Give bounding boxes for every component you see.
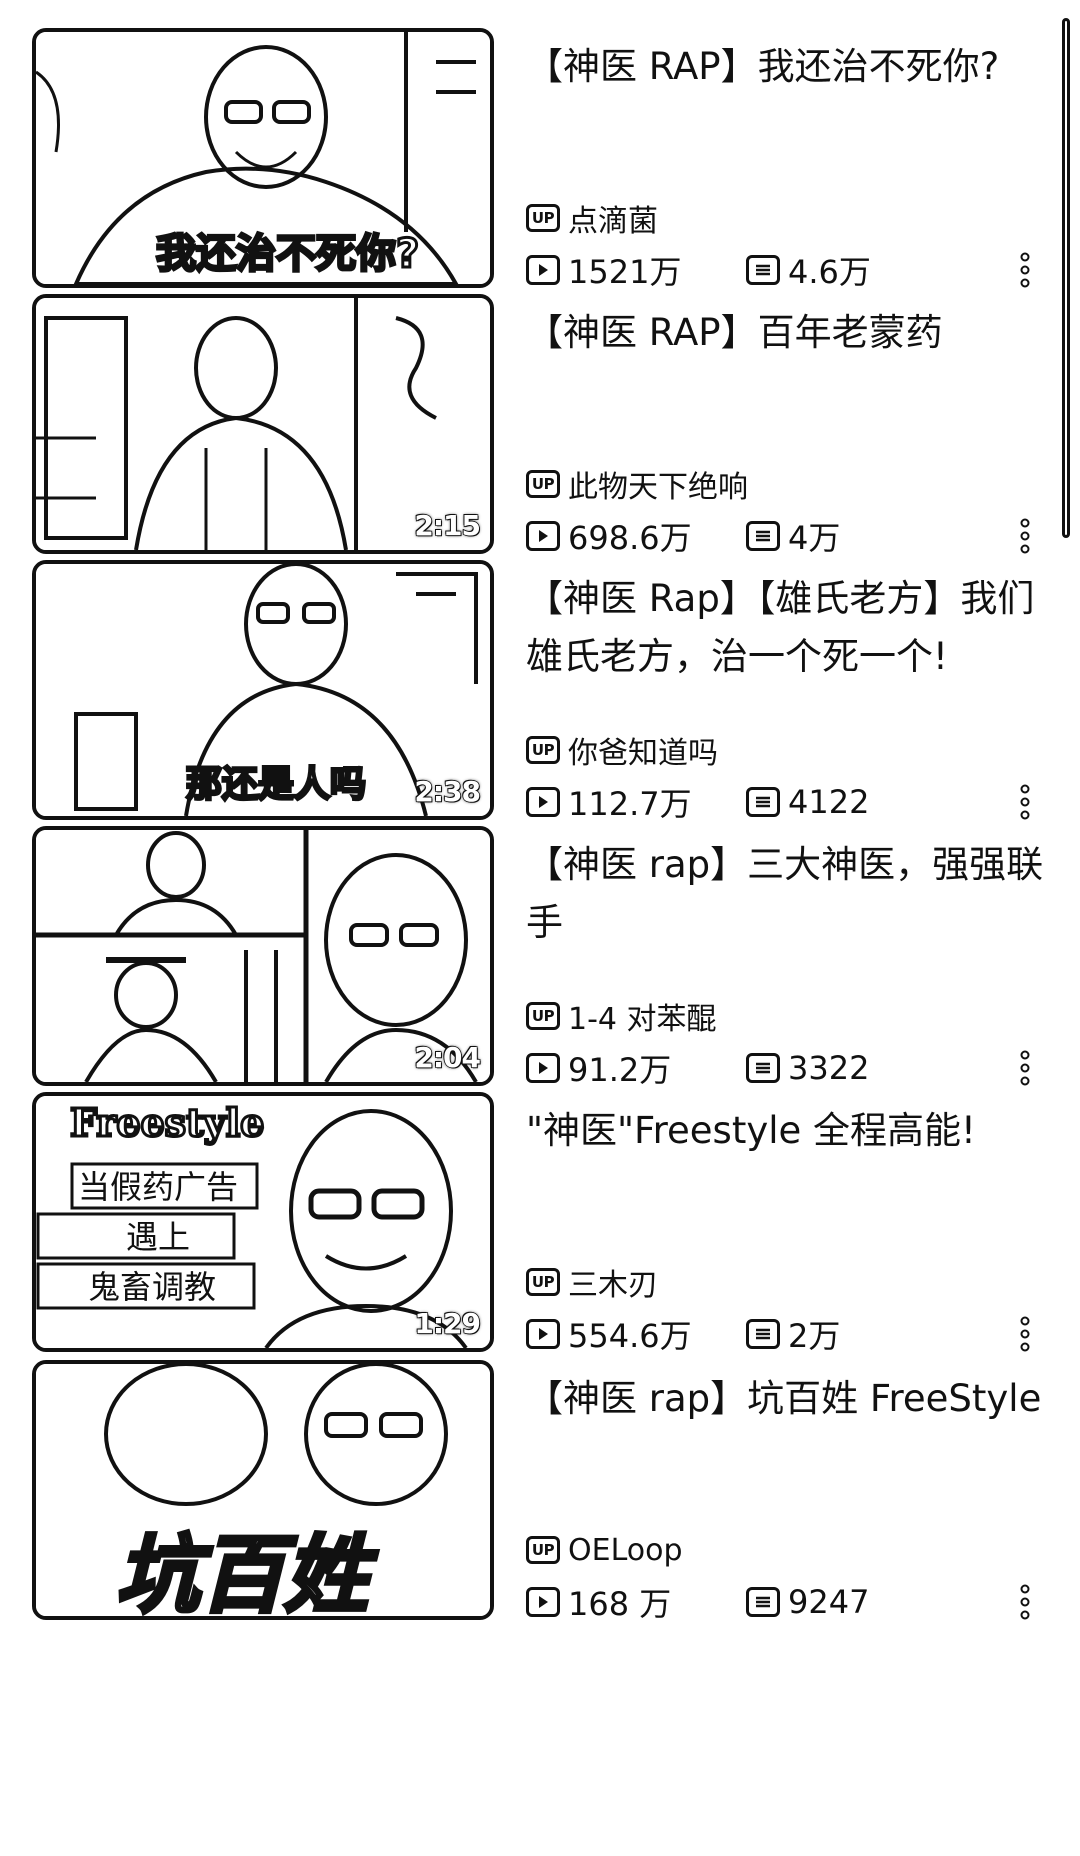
stats-row: 91.2万 3322 [526, 1046, 1026, 1090]
video-item[interactable]: 我还治不死你? 【神医 RAP】我还治不死你? UP 点滴菌 1521万 4.6… [0, 28, 1040, 328]
uploader-row[interactable]: UP 1-4 对苯醌 [526, 996, 717, 1037]
more-options-icon[interactable] [1018, 1314, 1032, 1354]
video-thumbnail[interactable]: 2:15 [32, 294, 494, 554]
video-thumbnail[interactable]: 2:04 [32, 826, 494, 1086]
views-stat: 554.6万 [526, 1311, 746, 1357]
uploader-name: 三木刃 [568, 1268, 658, 1303]
video-list-page: 我还治不死你? 【神医 RAP】我还治不死你? UP 点滴菌 1521万 4.6… [0, 0, 1080, 1856]
uploader-icon: UP [526, 1268, 560, 1296]
views-stat: 91.2万 [526, 1045, 746, 1091]
video-duration: 1:29 [414, 1306, 482, 1341]
stats-row: 1521万 4.6万 [526, 248, 1026, 292]
danmaku-stat: 4万 [746, 513, 840, 559]
uploader-icon: UP [526, 736, 560, 764]
danmaku-icon [746, 1319, 780, 1349]
uploader-name: 点滴菌 [568, 204, 658, 239]
uploader-icon: UP [526, 204, 560, 232]
stats-row: 168 万 9247 [526, 1580, 1026, 1624]
play-icon [526, 1319, 560, 1349]
uploader-row[interactable]: UP 你爸知道吗 [526, 730, 718, 771]
video-item[interactable]: 2:15 【神医 RAP】百年老蒙药 UP 此物天下绝响 698.6万 4万 [0, 294, 1040, 594]
thumbnail-caption: Freestyle [70, 1100, 264, 1145]
video-thumbnail[interactable]: 坑百姓 [32, 1360, 494, 1620]
video-duration: 2:15 [414, 508, 482, 543]
view-count: 554.6万 [568, 1317, 692, 1355]
uploader-icon: UP [526, 470, 560, 498]
video-title[interactable]: 【神医 RAP】我还治不死你? [526, 38, 1046, 96]
danmaku-icon [746, 1587, 780, 1617]
uploader-icon: UP [526, 1002, 560, 1030]
video-thumbnail[interactable]: 那还是人吗 2:38 [32, 560, 494, 820]
play-icon [526, 1587, 560, 1617]
video-item[interactable]: Freestyle 当假药广告 遇上 鬼畜调教 1:29 "神医"Freesty… [0, 1092, 1040, 1392]
play-icon [526, 787, 560, 817]
video-item[interactable]: 坑百姓 【神医 rap】坑百姓 FreeStyle UP OELoop 168 … [0, 1360, 1041, 1660]
uploader-row[interactable]: UP 点滴菌 [526, 198, 658, 239]
thumbnail-caption: 那还是人吗 [186, 764, 366, 805]
uploader-name: OELoop [568, 1532, 683, 1568]
danmaku-stat: 2万 [746, 1311, 840, 1357]
views-stat: 1521万 [526, 247, 746, 293]
view-count: 91.2万 [568, 1051, 672, 1089]
scrollbar[interactable] [1062, 18, 1070, 538]
uploader-row[interactable]: UP 此物天下绝响 [526, 464, 748, 505]
danmaku-count: 3322 [788, 1049, 870, 1087]
views-stat: 698.6万 [526, 513, 746, 559]
thumbnail-line: 当假药广告 [78, 1168, 238, 1206]
danmaku-count: 4.6万 [788, 253, 871, 291]
thumbnail-image: 坑百姓 [36, 1364, 490, 1616]
stats-row: 554.6万 2万 [526, 1312, 1026, 1356]
view-count: 168 万 [568, 1585, 672, 1623]
views-stat: 168 万 [526, 1579, 746, 1625]
thumbnail-line: 遇上 [126, 1218, 190, 1256]
thumbnail-line: 鬼畜调教 [88, 1268, 216, 1306]
danmaku-stat: 9247 [746, 1583, 869, 1621]
play-icon [526, 255, 560, 285]
uploader-row[interactable]: UP OELoop [526, 1530, 683, 1570]
video-title[interactable]: 【神医 rap】坑百姓 FreeStyle [526, 1370, 1046, 1428]
video-item[interactable]: 2:04 【神医 rap】三大神医，强强联手 UP 1-4 对苯醌 91.2万 … [0, 826, 1043, 1126]
video-title[interactable]: 【神医 rap】三大神医，强强联手 [526, 836, 1046, 952]
stats-row: 698.6万 4万 [526, 514, 1026, 558]
danmaku-stat: 4.6万 [746, 247, 871, 293]
danmaku-count: 2万 [788, 1317, 841, 1355]
uploader-name: 1-4 对苯醌 [568, 1002, 717, 1037]
uploader-name: 你爸知道吗 [568, 736, 718, 771]
more-options-icon[interactable] [1018, 1582, 1032, 1622]
video-thumbnail[interactable]: Freestyle 当假药广告 遇上 鬼畜调教 1:29 [32, 1092, 494, 1352]
view-count: 698.6万 [568, 519, 692, 557]
danmaku-count: 4122 [788, 783, 870, 821]
uploader-icon: UP [526, 1536, 560, 1564]
danmaku-count: 9247 [788, 1583, 870, 1621]
danmaku-stat: 4122 [746, 783, 869, 821]
thumbnail-caption: 坑百姓 [116, 1526, 378, 1616]
danmaku-count: 4万 [788, 519, 841, 557]
more-options-icon[interactable] [1018, 782, 1032, 822]
view-count: 1521万 [568, 253, 682, 291]
danmaku-icon [746, 787, 780, 817]
thumbnail-caption: 我还治不死你? [156, 231, 419, 277]
video-title[interactable]: 【神医 RAP】百年老蒙药 [526, 304, 1046, 362]
view-count: 112.7万 [568, 785, 692, 823]
play-icon [526, 521, 560, 551]
views-stat: 112.7万 [526, 779, 746, 825]
thumbnail-image: 我还治不死你? [36, 32, 490, 284]
more-options-icon[interactable] [1018, 1048, 1032, 1088]
danmaku-icon [746, 521, 780, 551]
danmaku-stat: 3322 [746, 1049, 869, 1087]
video-title[interactable]: "神医"Freestyle 全程高能! [526, 1102, 1046, 1160]
stats-row: 112.7万 4122 [526, 780, 1026, 824]
danmaku-icon [746, 1053, 780, 1083]
uploader-row[interactable]: UP 三木刃 [526, 1262, 658, 1303]
video-item[interactable]: 那还是人吗 2:38 【神医 Rap】【雄氏老方】我们雄氏老方，治一个死一个! … [0, 560, 1040, 860]
danmaku-icon [746, 255, 780, 285]
video-thumbnail[interactable]: 我还治不死你? [32, 28, 494, 288]
play-icon [526, 1053, 560, 1083]
more-options-icon[interactable] [1018, 516, 1032, 556]
more-options-icon[interactable] [1018, 250, 1032, 290]
video-duration: 2:04 [414, 1040, 482, 1075]
video-title[interactable]: 【神医 Rap】【雄氏老方】我们雄氏老方，治一个死一个! [526, 570, 1046, 686]
uploader-name: 此物天下绝响 [568, 470, 748, 505]
video-duration: 2:38 [414, 774, 482, 809]
